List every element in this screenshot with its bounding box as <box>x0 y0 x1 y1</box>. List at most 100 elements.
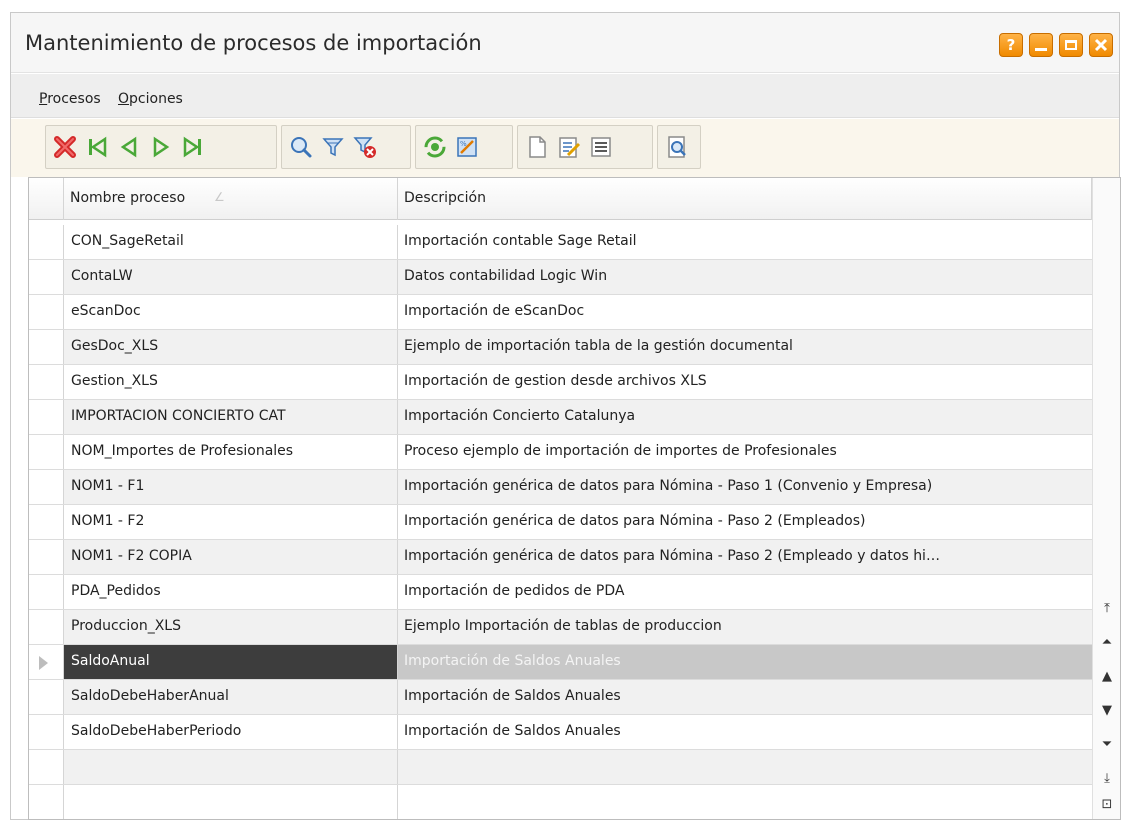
cell-nombre-proceso[interactable]: NOM1 - F2 COPIA <box>64 540 398 574</box>
cell-descripcion[interactable]: Ejemplo Importación de tablas de producc… <box>398 610 1092 644</box>
row-indicator-cell[interactable] <box>29 680 64 714</box>
cell-nombre-proceso[interactable]: NOM1 - F2 <box>64 505 398 539</box>
maximize-button[interactable] <box>1059 33 1083 57</box>
cell-nombre-proceso[interactable]: NOM1 - F1 <box>64 470 398 504</box>
row-indicator-cell[interactable] <box>29 750 64 784</box>
minimize-button[interactable] <box>1029 33 1053 57</box>
cell-descripcion[interactable] <box>398 785 1092 819</box>
scroll-line-down-icon[interactable]: ▼ <box>1097 698 1117 722</box>
previous-record-icon[interactable] <box>116 134 142 160</box>
table-row[interactable]: NOM1 - F2 Importación genérica de datos p… <box>29 505 1092 540</box>
row-indicator-cell[interactable] <box>29 470 64 504</box>
table-row-selected[interactable]: SaldoAnual Importación de Saldos Anuales <box>29 645 1092 680</box>
cell-descripcion[interactable]: Datos contabilidad Logic Win <box>398 260 1092 294</box>
table-row[interactable]: PDA_Pedidos Importación de pedidos de PDA <box>29 575 1092 610</box>
cell-descripcion[interactable] <box>398 750 1092 784</box>
table-row[interactable]: SaldoDebeHaberAnual Importación de Saldos… <box>29 680 1092 715</box>
next-record-icon[interactable] <box>148 134 174 160</box>
table-row[interactable]: NOM1 - F1 Importación genérica de datos p… <box>29 470 1092 505</box>
row-indicator-cell[interactable] <box>29 645 64 679</box>
process-grid[interactable]: Nombre proceso ∠ Descripción CON_SageRet… <box>28 177 1121 820</box>
report-design-icon[interactable]: % <box>454 134 480 160</box>
table-row[interactable]: ContaLW Datos contabilidad Logic Win <box>29 260 1092 295</box>
table-row[interactable] <box>29 785 1092 819</box>
first-record-icon[interactable] <box>84 134 110 160</box>
cell-descripcion[interactable]: Importación Concierto Catalunya <box>398 400 1092 434</box>
scroll-last-page-icon[interactable]: ⤓ <box>1097 766 1117 790</box>
row-indicator-cell[interactable] <box>29 330 64 364</box>
close-button[interactable] <box>1089 33 1113 57</box>
delete-icon[interactable] <box>52 134 78 160</box>
clear-filter-icon[interactable] <box>352 134 378 160</box>
row-indicator-cell[interactable] <box>29 785 64 819</box>
cell-nombre-proceso[interactable]: IMPORTACION CONCIERTO CAT <box>64 400 398 434</box>
search-icon[interactable] <box>288 134 314 160</box>
last-record-icon[interactable] <box>180 134 206 160</box>
cell-descripcion[interactable]: Importación de gestion desde archivos XL… <box>398 365 1092 399</box>
row-indicator-cell[interactable] <box>29 505 64 539</box>
header-nombre-proceso[interactable]: Nombre proceso ∠ <box>64 178 398 220</box>
cell-descripcion[interactable]: Importación de Saldos Anuales <box>398 680 1092 714</box>
row-indicator-cell[interactable] <box>29 400 64 434</box>
list-view-icon[interactable] <box>588 134 614 160</box>
cell-nombre-proceso[interactable]: Gestion_XLS <box>64 365 398 399</box>
table-row[interactable]: NOM_Importes de Profesionales Proceso eje… <box>29 435 1092 470</box>
table-row[interactable]: GesDoc_XLS Ejemplo de importación tabla d… <box>29 330 1092 365</box>
cell-nombre-proceso[interactable]: Produccion_XLS <box>64 610 398 644</box>
cell-nombre-proceso[interactable]: SaldoDebeHaberPeriodo <box>64 715 398 749</box>
cell-nombre-proceso[interactable]: ContaLW <box>64 260 398 294</box>
cell-nombre-proceso[interactable]: eScanDoc <box>64 295 398 329</box>
cell-nombre-proceso[interactable]: NOM_Importes de Profesionales <box>64 435 398 469</box>
edit-document-icon[interactable] <box>556 134 582 160</box>
row-indicator-cell[interactable] <box>29 575 64 609</box>
scroll-page-up-icon[interactable]: ⏶ <box>1097 630 1117 654</box>
table-row[interactable]: Gestion_XLS Importación de gestion desde … <box>29 365 1092 400</box>
menu-opciones[interactable]: Opciones <box>118 91 183 107</box>
row-indicator-cell[interactable] <box>29 260 64 294</box>
cell-descripcion[interactable]: Proceso ejemplo de importación de import… <box>398 435 1092 469</box>
cell-nombre-proceso[interactable]: CON_SageRetail <box>64 225 398 259</box>
row-indicator-cell[interactable] <box>29 295 64 329</box>
table-row[interactable]: eScanDoc Importación de eScanDoc <box>29 295 1092 330</box>
cell-descripcion[interactable]: Importación genérica de datos para Nómin… <box>398 505 1092 539</box>
row-indicator-cell[interactable] <box>29 365 64 399</box>
table-row[interactable] <box>29 750 1092 785</box>
cell-descripcion[interactable]: Importación genérica de datos para Nómin… <box>398 470 1092 504</box>
new-document-icon[interactable] <box>524 134 550 160</box>
cell-descripcion[interactable]: Importación de eScanDoc <box>398 295 1092 329</box>
cell-nombre-proceso[interactable] <box>64 750 398 784</box>
menu-procesos[interactable]: Procesos <box>39 91 101 107</box>
cell-nombre-proceso[interactable]: SaldoDebeHaberAnual <box>64 680 398 714</box>
table-row[interactable]: Produccion_XLS Ejemplo Importación de tab… <box>29 610 1092 645</box>
row-indicator-cell[interactable] <box>29 715 64 749</box>
table-row[interactable]: CON_SageRetail Importación contable Sage … <box>29 225 1092 260</box>
scroll-page-down-icon[interactable]: ⏷ <box>1097 732 1117 756</box>
table-row[interactable]: IMPORTACION CONCIERTO CAT Importación Con… <box>29 400 1092 435</box>
scroll-line-up-icon[interactable]: ▲ <box>1097 664 1117 688</box>
cell-descripcion[interactable]: Importación de Saldos Anuales <box>398 645 1092 679</box>
cell-nombre-proceso[interactable] <box>64 785 398 819</box>
cell-descripcion[interactable]: Ejemplo de importación tabla de la gesti… <box>398 330 1092 364</box>
row-indicator-cell[interactable] <box>29 540 64 574</box>
cell-descripcion[interactable]: Importación de Saldos Anuales <box>398 715 1092 749</box>
cell-nombre-proceso[interactable]: GesDoc_XLS <box>64 330 398 364</box>
cell-nombre-proceso[interactable]: SaldoAnual <box>64 645 398 679</box>
table-row[interactable]: SaldoDebeHaberPeriodo Importación de Sald… <box>29 715 1092 750</box>
cell-descripcion[interactable]: Importación de pedidos de PDA <box>398 575 1092 609</box>
row-indicator-cell[interactable] <box>29 435 64 469</box>
refresh-icon[interactable] <box>422 134 448 160</box>
header-descripcion[interactable]: Descripción <box>398 178 1092 220</box>
header-indicator-cell <box>29 178 64 220</box>
table-row[interactable]: NOM1 - F2 COPIA Importación genérica de d… <box>29 540 1092 575</box>
cell-nombre-proceso[interactable]: PDA_Pedidos <box>64 575 398 609</box>
row-indicator-cell[interactable] <box>29 610 64 644</box>
help-button[interactable]: ? <box>999 33 1023 57</box>
title-bar[interactable]: Mantenimiento de procesos de importación… <box>11 13 1119 73</box>
scroll-exit-icon[interactable]: ⊡ <box>1097 792 1117 816</box>
cell-descripcion[interactable]: Importación genérica de datos para Nómin… <box>398 540 1092 574</box>
scroll-first-page-icon[interactable]: ⤒ <box>1097 596 1117 620</box>
row-indicator-cell[interactable] <box>29 225 64 259</box>
print-preview-icon[interactable] <box>664 134 690 160</box>
filter-icon[interactable] <box>320 134 346 160</box>
cell-descripcion[interactable]: Importación contable Sage Retail <box>398 225 1092 259</box>
